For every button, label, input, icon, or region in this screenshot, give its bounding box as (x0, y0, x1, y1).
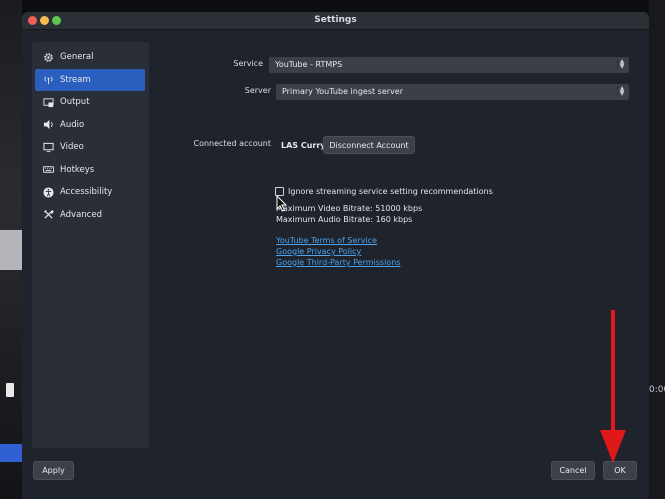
monitor-icon (43, 142, 54, 153)
keyboard-icon (43, 164, 54, 175)
settings-sidebar: General Stream Output Audio Video Hotkey… (32, 42, 149, 448)
sidebar-item-label: Stream (60, 74, 91, 85)
disconnect-account-button[interactable]: Disconnect Account (323, 136, 415, 154)
sidebar-item-label: Output (60, 97, 90, 107)
cancel-button[interactable]: Cancel (551, 461, 595, 480)
sidebar-item-output[interactable]: Output (35, 91, 145, 113)
google-privacy-link[interactable]: Google Privacy Policy (276, 247, 361, 256)
apply-button[interactable]: Apply (33, 461, 74, 480)
server-value: Primary YouTube ingest server (282, 87, 403, 96)
service-value: YouTube - RTMPS (275, 60, 343, 69)
service-label: Service (233, 59, 263, 68)
sidebar-item-audio[interactable]: Audio (35, 114, 145, 136)
sidebar-item-stream[interactable]: Stream (35, 68, 145, 91)
background-preview-right: 0:00 (649, 0, 665, 499)
gear-icon (43, 52, 54, 63)
ignore-recommendations-label[interactable]: Ignore streaming service setting recomme… (288, 187, 493, 196)
google-third-party-link[interactable]: Google Third-Party Permissions (276, 258, 400, 267)
sidebar-item-video[interactable]: Video (35, 136, 145, 158)
sidebar-item-label: Accessibility (60, 187, 113, 197)
background-glow (0, 230, 22, 270)
chevron-updown-icon: ▲ ▼ (617, 86, 626, 97)
sidebar-item-accessibility[interactable]: Accessibility (35, 181, 145, 203)
background-preview-left (0, 0, 22, 499)
max-video-bitrate: Maximum Video Bitrate: 51000 kbps (276, 204, 423, 213)
sidebar-item-general[interactable]: General (35, 46, 145, 68)
youtube-terms-link[interactable]: YouTube Terms of Service (276, 236, 377, 245)
accessibility-icon (43, 186, 54, 198)
sidebar-item-label: Advanced (60, 209, 102, 220)
sidebar-item-label: Video (60, 142, 84, 152)
server-select[interactable]: Primary YouTube ingest server ▲ ▼ (276, 84, 629, 100)
sidebar-item-hotkeys[interactable]: Hotkeys (35, 159, 145, 181)
window-title: Settings (314, 15, 357, 25)
service-select[interactable]: YouTube - RTMPS ▲ ▼ (269, 57, 629, 73)
sidebar-item-advanced[interactable]: Advanced (35, 204, 145, 226)
background-timecode: 0:00 (649, 385, 665, 395)
tools-icon (43, 209, 54, 220)
chevron-updown-icon: ▲ ▼ (617, 59, 626, 70)
account-name: LAS Curry (281, 141, 326, 150)
connected-account-label: Connected account (193, 139, 272, 148)
sidebar-item-label: Audio (60, 119, 85, 130)
sidebar-item-label: Hotkeys (60, 164, 95, 175)
stream-settings-panel: Service YouTube - RTMPS ▲ ▼ Server Primar… (149, 30, 649, 450)
settings-window: Settings General Stream Output Audio Vid… (22, 12, 649, 499)
title-bar: Settings (22, 12, 649, 30)
output-icon (43, 97, 54, 108)
max-audio-bitrate: Maximum Audio Bitrate: 160 kbps (276, 215, 413, 224)
annotation-arrow-icon (600, 310, 626, 463)
background-blue-bar (0, 444, 22, 462)
antenna-icon (43, 74, 54, 85)
mouse-cursor-icon (276, 195, 288, 212)
background-control (6, 383, 14, 397)
server-label: Server (244, 86, 271, 95)
sidebar-item-label: General (60, 52, 94, 62)
speaker-icon (43, 119, 54, 130)
